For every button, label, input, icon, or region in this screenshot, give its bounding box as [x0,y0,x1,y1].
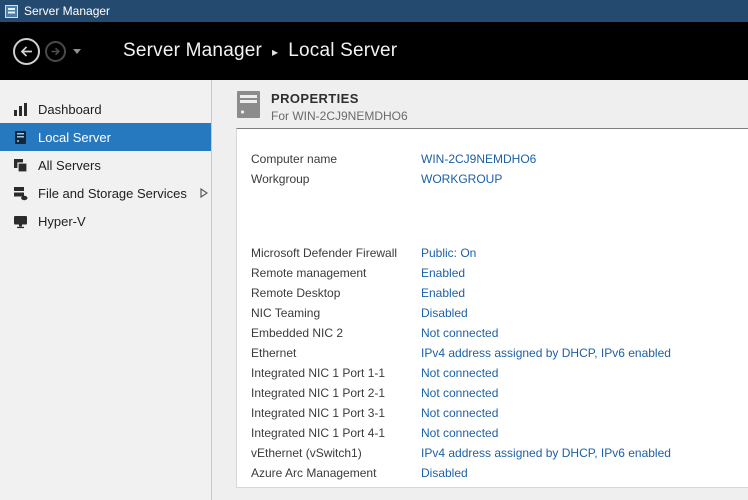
nav-dropdown-caret-icon[interactable] [73,49,81,54]
back-arrow-icon [19,44,34,59]
property-row: Microsoft Defender Firewall Public: On [251,243,748,263]
property-value-link[interactable]: Enabled [421,286,465,300]
sidebar-item-label: Dashboard [38,102,102,117]
property-row: Workgroup WORKGROUP [251,169,748,189]
app-icon [5,5,18,18]
server-manager-window: Server Manager Server Manager ▸ Local Se… [0,0,748,500]
property-row: Remote management Enabled [251,263,748,283]
local-server-icon [13,130,28,145]
property-label: Embedded NIC 2 [251,326,421,340]
property-label: Integrated NIC 1 Port 3-1 [251,406,421,420]
property-value-link[interactable]: Disabled [421,466,468,480]
property-value-link[interactable]: Disabled [421,306,468,320]
property-row: Embedded NIC 2 Not connected [251,323,748,343]
property-value-link[interactable]: Public: On [421,246,476,260]
sidebar-item-label: Hyper-V [38,214,86,229]
properties-tile-icon [236,91,261,123]
content-area: PROPERTIES For WIN-2CJ9NEMDHO6 Computer … [212,80,748,500]
properties-panel: Computer name WIN-2CJ9NEMDHO6 Workgroup … [236,128,748,488]
all-servers-icon [13,158,28,173]
sidebar-item-file-storage-services[interactable]: File and Storage Services [0,179,211,207]
status-properties: Microsoft Defender Firewall Public: On R… [251,243,748,483]
sidebar-item-hyper-v[interactable]: Hyper-V [0,207,211,235]
sidebar-item-label: Local Server [38,130,111,145]
property-label: Remote Desktop [251,286,421,300]
breadcrumb-separator-icon: ▸ [272,45,278,59]
property-label: Remote management [251,266,421,280]
main-body: Dashboard Local Server All Servers File … [0,80,748,500]
property-label: Workgroup [251,172,421,186]
properties-group-spacer [251,189,748,243]
sidebar-item-dashboard[interactable]: Dashboard [0,95,211,123]
breadcrumb-current: Local Server [288,40,397,62]
sidebar-item-local-server[interactable]: Local Server [0,123,211,151]
property-row: Remote Desktop Enabled [251,283,748,303]
property-value-link[interactable]: Not connected [421,406,498,420]
property-row: Integrated NIC 1 Port 2-1 Not connected [251,383,748,403]
property-value-link[interactable]: IPv4 address assigned by DHCP, IPv6 enab… [421,346,671,360]
file-storage-icon [13,186,28,201]
identity-properties: Computer name WIN-2CJ9NEMDHO6 Workgroup … [251,149,748,189]
property-row: Integrated NIC 1 Port 3-1 Not connected [251,403,748,423]
properties-title: PROPERTIES [271,91,408,106]
property-row: Ethernet IPv4 address assigned by DHCP, … [251,343,748,363]
property-label: Azure Arc Management [251,466,421,480]
property-label: Ethernet [251,346,421,360]
hyperv-icon [13,214,28,229]
titlebar: Server Manager [0,0,748,22]
property-value-link[interactable]: Enabled [421,266,465,280]
properties-titles: PROPERTIES For WIN-2CJ9NEMDHO6 [271,91,408,123]
sidebar: Dashboard Local Server All Servers File … [0,80,212,500]
forward-button[interactable] [45,41,66,62]
property-label: vEthernet (vSwitch1) [251,446,421,460]
property-label: Integrated NIC 1 Port 2-1 [251,386,421,400]
property-value-link[interactable]: Not connected [421,426,498,440]
navigation-bar: Server Manager ▸ Local Server [0,22,748,80]
sidebar-item-label: All Servers [38,158,101,173]
property-row: Integrated NIC 1 Port 4-1 Not connected [251,423,748,443]
forward-arrow-icon [50,46,61,57]
property-row: Computer name WIN-2CJ9NEMDHO6 [251,149,748,169]
expand-arrow-icon[interactable] [200,188,208,198]
property-row: vEthernet (vSwitch1) IPv4 address assign… [251,443,748,463]
back-button[interactable] [13,38,40,65]
property-label: Computer name [251,152,421,166]
property-label: NIC Teaming [251,306,421,320]
property-value-link[interactable]: WORKGROUP [421,172,502,186]
sidebar-item-all-servers[interactable]: All Servers [0,151,211,179]
window-title: Server Manager [24,4,110,18]
properties-header: PROPERTIES For WIN-2CJ9NEMDHO6 [236,91,408,123]
property-row: Azure Arc Management Disabled [251,463,748,483]
breadcrumb-root[interactable]: Server Manager [123,40,262,62]
property-label: Integrated NIC 1 Port 4-1 [251,426,421,440]
sidebar-item-label: File and Storage Services [38,186,187,201]
property-row: Integrated NIC 1 Port 1-1 Not connected [251,363,748,383]
property-row: NIC Teaming Disabled [251,303,748,323]
property-label: Microsoft Defender Firewall [251,246,421,260]
dashboard-icon [13,102,28,117]
properties-subtitle: For WIN-2CJ9NEMDHO6 [271,109,408,123]
property-value-link[interactable]: IPv4 address assigned by DHCP, IPv6 enab… [421,446,671,460]
property-value-link[interactable]: Not connected [421,386,498,400]
property-value-link[interactable]: Not connected [421,366,498,380]
property-value-link[interactable]: Not connected [421,326,498,340]
breadcrumb: Server Manager ▸ Local Server [123,40,397,62]
property-value-link[interactable]: WIN-2CJ9NEMDHO6 [421,152,536,166]
property-label: Integrated NIC 1 Port 1-1 [251,366,421,380]
